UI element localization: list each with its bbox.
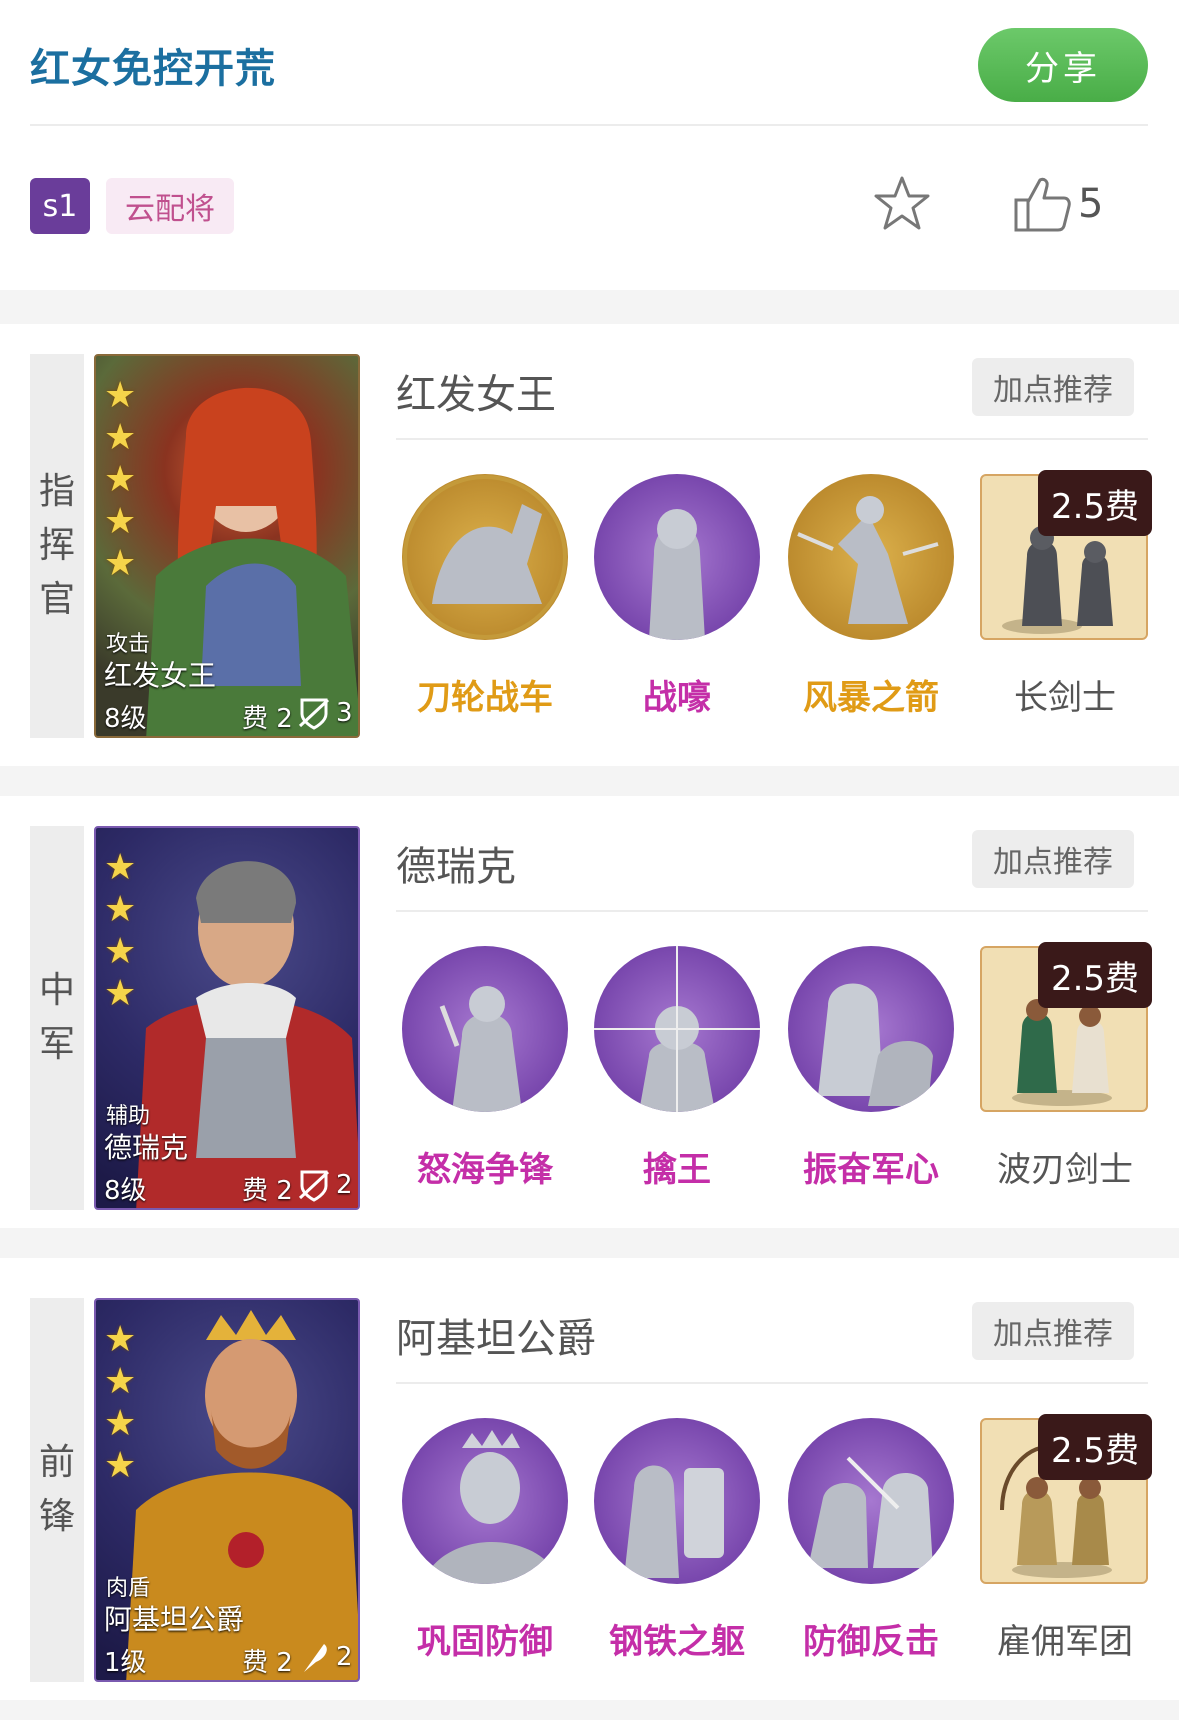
like-count: 5 — [1078, 181, 1104, 227]
troop-name: 波刃剑士 — [997, 1150, 1133, 1190]
page-title: 红女免控开荒 — [30, 46, 276, 92]
troop-item[interactable]: 2.5费 波刃剑士 — [980, 942, 1152, 1190]
skill-item[interactable]: 风暴之箭 — [786, 474, 956, 718]
skill-item[interactable]: 战嚎 — [592, 474, 762, 718]
position-char: 锋 — [38, 1496, 75, 1537]
position-char: 指 — [38, 471, 75, 512]
skill-warcry-icon — [594, 474, 760, 640]
position-char: 中 — [38, 970, 75, 1011]
like-button[interactable]: 5 — [1010, 172, 1130, 236]
card-name: 红发女王 — [104, 659, 217, 692]
skill-item[interactable]: 怒海争锋 — [400, 946, 570, 1190]
section-gap — [0, 1700, 1179, 1720]
divider — [30, 124, 1148, 126]
cost: 费 2 — [242, 1648, 293, 1678]
troop-name: 雇佣军团 — [997, 1622, 1133, 1662]
thumbs-up-icon — [1014, 177, 1071, 232]
section-gap — [0, 290, 1179, 324]
unit-count: 3 — [336, 698, 353, 728]
skill-name: 怒海争锋 — [417, 1150, 553, 1190]
star-rating: ★ ★ ★ ★ — [104, 847, 137, 1014]
section-gap — [0, 1228, 1179, 1258]
skill-name: 钢铁之躯 — [609, 1622, 745, 1662]
general-name: 红发女王 — [396, 372, 556, 418]
header: 红女免控开荒 分享 s1 云配将 5 — [0, 0, 1179, 290]
troop-cost-badge: 2.5费 — [1038, 1414, 1152, 1480]
general-row-vanguard: 前 锋 ★ ★ ★ ★ 肉盾 阿基坦公爵 1级 费 2 2 阿基坦公爵 加点推荐 巩固… — [0, 1298, 1179, 1682]
position-char: 军 — [38, 1024, 75, 1065]
skill-rally-icon — [788, 946, 954, 1112]
troop-item[interactable]: 2.5费 雇佣军团 — [980, 1414, 1152, 1662]
skill-item[interactable]: 振奋军心 — [786, 946, 956, 1190]
skill-item[interactable]: 巩固防御 — [400, 1418, 570, 1662]
troop-cost-badge: 2.5费 — [1038, 942, 1152, 1008]
unit-count: 2 — [336, 1170, 353, 1200]
divider — [396, 910, 1148, 912]
favorite-star-icon[interactable] — [870, 172, 934, 236]
troop-item[interactable]: 2.5费 长剑士 — [980, 470, 1152, 718]
general-row-middle: 中 军 ★ ★ ★ ★ 辅助 德瑞克 8级 费 2 2 德瑞克 加点推荐 怒海争锋 — [0, 826, 1179, 1210]
skill-item[interactable]: 擒王 — [592, 946, 762, 1190]
position-label: 前 锋 — [30, 1298, 84, 1682]
type-tag: 云配将 — [106, 178, 234, 234]
skill-item[interactable]: 刀轮战车 — [400, 474, 570, 718]
skill-item[interactable]: 防御反击 — [786, 1418, 956, 1662]
general-row-commander: 指 挥 官 ★ ★ ★ ★ ★ 攻击 红发女王 8级 费 2 3 红发女王 加点推荐 刀… — [0, 354, 1179, 738]
level: 8级 — [104, 704, 147, 734]
skill-name: 风暴之箭 — [803, 678, 939, 718]
general-card[interactable]: ★ ★ ★ ★ ★ 攻击 红发女王 8级 费 2 3 — [94, 354, 360, 738]
position-label: 指 挥 官 — [30, 354, 84, 738]
recommend-button[interactable]: 加点推荐 — [972, 1302, 1134, 1360]
recommend-button[interactable]: 加点推荐 — [972, 358, 1134, 416]
general-name: 阿基坦公爵 — [396, 1316, 596, 1362]
skill-name: 振奋军心 — [803, 1150, 939, 1190]
unit-count: 2 — [336, 1642, 353, 1672]
no-control-icon — [298, 698, 330, 730]
skill-name: 刀轮战车 — [417, 678, 553, 718]
position-char: 官 — [38, 579, 75, 620]
no-control-icon — [298, 1170, 330, 1202]
section-gap — [0, 766, 1179, 796]
skill-capture-king-icon — [594, 946, 760, 1112]
feather-icon — [304, 1644, 327, 1672]
skill-shield-icon — [594, 1418, 760, 1584]
skill-king-icon — [402, 1418, 568, 1584]
star-rating: ★ ★ ★ ★ ★ — [104, 375, 137, 584]
general-card[interactable]: ★ ★ ★ ★ 辅助 德瑞克 8级 费 2 2 — [94, 826, 360, 1210]
skill-counter-icon — [788, 1418, 954, 1584]
skill-chariot-icon — [402, 474, 568, 640]
divider — [396, 438, 1148, 440]
season-tag: s1 — [30, 178, 90, 234]
skill-name: 巩固防御 — [417, 1622, 553, 1662]
general-card[interactable]: ★ ★ ★ ★ 肉盾 阿基坦公爵 1级 费 2 2 — [94, 1298, 360, 1682]
cost: 费 2 — [242, 704, 293, 734]
troop-cost-badge: 2.5费 — [1038, 470, 1152, 536]
skill-pirate-icon — [402, 946, 568, 1112]
share-button[interactable]: 分享 — [978, 28, 1148, 102]
divider — [396, 1382, 1148, 1384]
skill-name: 防御反击 — [803, 1622, 939, 1662]
position-label: 中 军 — [30, 826, 84, 1210]
recommend-button[interactable]: 加点推荐 — [972, 830, 1134, 888]
cost: 费 2 — [242, 1176, 293, 1206]
star-rating: ★ ★ ★ ★ — [104, 1319, 137, 1486]
skill-item[interactable]: 钢铁之躯 — [592, 1418, 762, 1662]
skill-storm-arrow-icon — [788, 474, 954, 640]
position-char: 挥 — [38, 525, 75, 566]
level: 8级 — [104, 1176, 147, 1206]
level: 1级 — [104, 1648, 147, 1678]
position-char: 前 — [38, 1442, 75, 1483]
skill-name: 擒王 — [643, 1150, 711, 1190]
card-name: 德瑞克 — [104, 1131, 189, 1164]
troop-name: 长剑士 — [1014, 678, 1116, 718]
general-name: 德瑞克 — [396, 844, 516, 890]
card-name: 阿基坦公爵 — [104, 1603, 245, 1636]
skill-name: 战嚎 — [643, 678, 711, 718]
